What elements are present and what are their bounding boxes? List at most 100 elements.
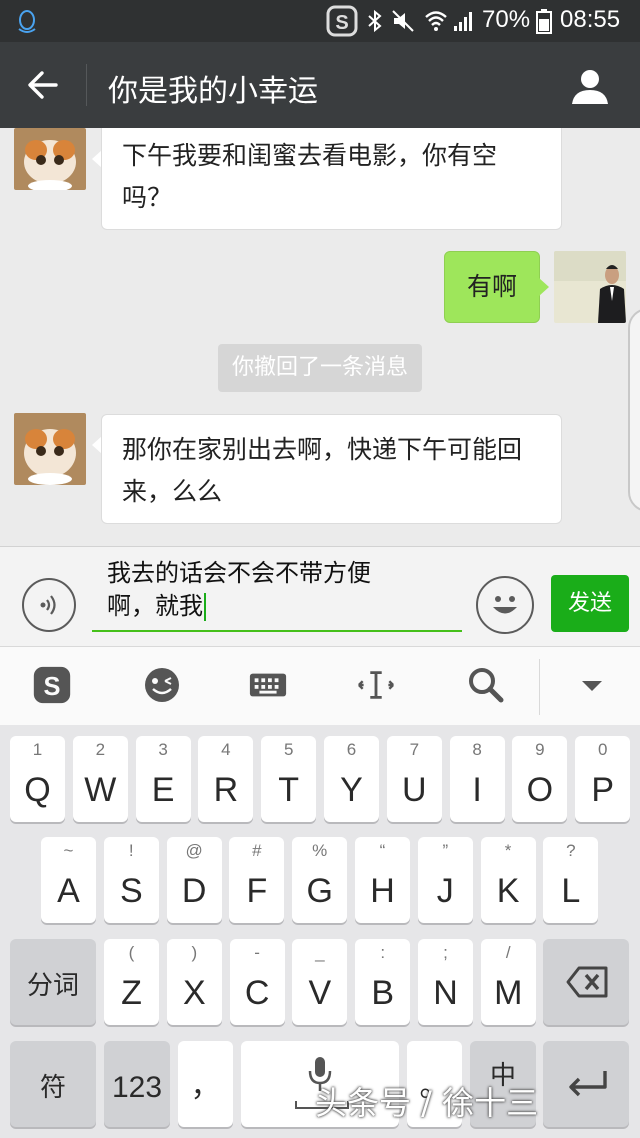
key-w[interactable]: 2W	[72, 736, 128, 822]
key-g[interactable]: % G	[292, 837, 348, 923]
key-label: R	[213, 771, 239, 809]
scroll-edge-indicator[interactable]	[628, 308, 640, 512]
symbol-key[interactable]: 符	[10, 1041, 96, 1127]
key-secondary-label: 3	[158, 740, 168, 759]
send-button[interactable]: 发送	[551, 575, 629, 632]
bubble-tail	[539, 278, 549, 296]
key-x[interactable]: ) X	[166, 939, 222, 1025]
key-secondary-label: 9	[535, 740, 545, 759]
key-a[interactable]: ~ A	[41, 837, 96, 923]
emoji-face-icon[interactable]	[142, 665, 182, 705]
composer: 我去的话会不会不带方便 啊，就我 发送	[0, 546, 640, 647]
key-d[interactable]: @ D	[166, 837, 222, 923]
key-label: L	[561, 872, 581, 910]
key-k[interactable]: * K	[480, 837, 536, 923]
message-input[interactable]: 我去的话会不会不带方便 啊，就我	[107, 557, 447, 623]
emoji-button[interactable]	[476, 576, 534, 634]
key-label: O	[526, 771, 554, 809]
key-secondary-label: *	[504, 841, 512, 860]
cursor-move-icon[interactable]	[356, 665, 396, 705]
contact-avatar[interactable]	[14, 413, 86, 485]
message-input-line: 啊，就我	[107, 590, 447, 623]
key-secondary-label: 0	[597, 740, 608, 759]
key-q[interactable]: 1Q	[10, 736, 65, 822]
voice-wave-icon	[40, 595, 56, 615]
key-h[interactable]: “H	[355, 837, 410, 923]
key-v[interactable]: _ V	[292, 939, 348, 1025]
key-secondary-label: ”	[442, 841, 449, 860]
message-bubble[interactable]: 下午我要和闺蜜去看电影，你有空 吗？	[101, 128, 562, 230]
bluetooth-icon	[368, 9, 382, 33]
key-l[interactable]: ? L	[543, 837, 599, 923]
key-label: Q	[24, 771, 51, 809]
text-cursor	[204, 593, 206, 621]
key-secondary-label: (	[128, 943, 135, 962]
my-avatar[interactable]	[554, 251, 626, 323]
input-underline	[92, 630, 462, 632]
key-z[interactable]: (Z	[104, 939, 159, 1025]
key-o[interactable]: 9O	[512, 736, 568, 822]
qq-notification-icon	[18, 10, 36, 33]
key-label: Z	[121, 974, 142, 1012]
backspace-key[interactable]	[543, 939, 629, 1025]
key-secondary-label: 4	[221, 740, 231, 759]
key-secondary-label: 7	[409, 740, 420, 759]
key-label: T	[278, 771, 300, 809]
key-m[interactable]: / M	[480, 939, 536, 1025]
key-c[interactable]: -C	[229, 939, 285, 1025]
enter-icon	[569, 1071, 607, 1097]
contact-profile-icon[interactable]	[570, 66, 610, 106]
key-label: J	[436, 872, 454, 910]
key-j[interactable]: ” J	[417, 837, 473, 923]
key-label: F	[246, 872, 268, 910]
collapse-keyboard-icon[interactable]	[572, 665, 612, 705]
key-secondary-label: 5	[283, 740, 294, 759]
message-line: 来，么么	[122, 477, 223, 506]
key-u[interactable]: 7U	[386, 736, 442, 822]
key-y[interactable]: 6Y	[324, 736, 379, 822]
battery-percent: 70%	[482, 6, 531, 33]
key-b[interactable]: :B	[355, 939, 411, 1025]
key-secondary-label: #	[252, 841, 262, 860]
key-label: S	[119, 872, 143, 910]
wifi-icon	[425, 11, 447, 31]
segment-key-label: 分词	[26, 971, 79, 1001]
key-t[interactable]: 5T	[261, 736, 317, 822]
sogou-logo-icon[interactable]: S	[32, 665, 72, 705]
key-label: G	[306, 872, 333, 910]
key-secondary-label: ;	[443, 943, 448, 962]
key-s[interactable]: ! S	[103, 837, 159, 923]
chat-title: 你是我的小幸运	[108, 74, 318, 109]
key-secondary-label: _	[315, 943, 325, 962]
key-f[interactable]: # F	[229, 837, 285, 923]
mute-icon	[392, 10, 414, 32]
key-n[interactable]: ; N	[418, 939, 473, 1025]
ime-toolbar: S	[0, 646, 640, 726]
back-arrow-icon[interactable]	[26, 68, 60, 102]
key-i[interactable]: 8I	[449, 736, 505, 822]
message-bubble[interactable]: 有啊	[444, 251, 540, 323]
numbers-key[interactable]: 123	[104, 1041, 170, 1127]
key-label: B	[371, 974, 395, 1012]
message-list[interactable]: 下午我要和闺蜜去看电影，你有空 吗？ 有啊 你撤回了一条消息 那你在家别出去啊，…	[0, 128, 640, 546]
contact-avatar[interactable]	[14, 128, 86, 190]
backspace-icon	[566, 966, 608, 998]
status-bar: S 70% 08:55	[0, 0, 640, 42]
voice-input-button[interactable]	[22, 578, 76, 632]
key-label: P	[591, 771, 615, 809]
keyboard-icon[interactable]	[248, 665, 288, 705]
comma-key[interactable]: ，	[178, 1041, 233, 1127]
message-line: 下午我要和闺蜜去看电影，你有空	[122, 141, 498, 170]
enter-key[interactable]	[543, 1041, 629, 1127]
key-e[interactable]: 3E	[135, 736, 191, 822]
key-label: V	[308, 974, 332, 1012]
clock: 08:55	[560, 6, 621, 33]
key-p[interactable]: 0P	[575, 736, 631, 822]
message-bubble[interactable]: 那你在家别出去啊，快递下午可能回 来，么么	[101, 414, 562, 524]
segment-key[interactable]: 分词	[10, 939, 96, 1025]
search-icon[interactable]	[466, 665, 506, 705]
key-secondary-label: -	[254, 943, 260, 962]
key-secondary-label: ?	[566, 841, 576, 860]
key-r[interactable]: 4R	[198, 736, 254, 822]
chat-header: 你是我的小幸运	[0, 42, 640, 128]
